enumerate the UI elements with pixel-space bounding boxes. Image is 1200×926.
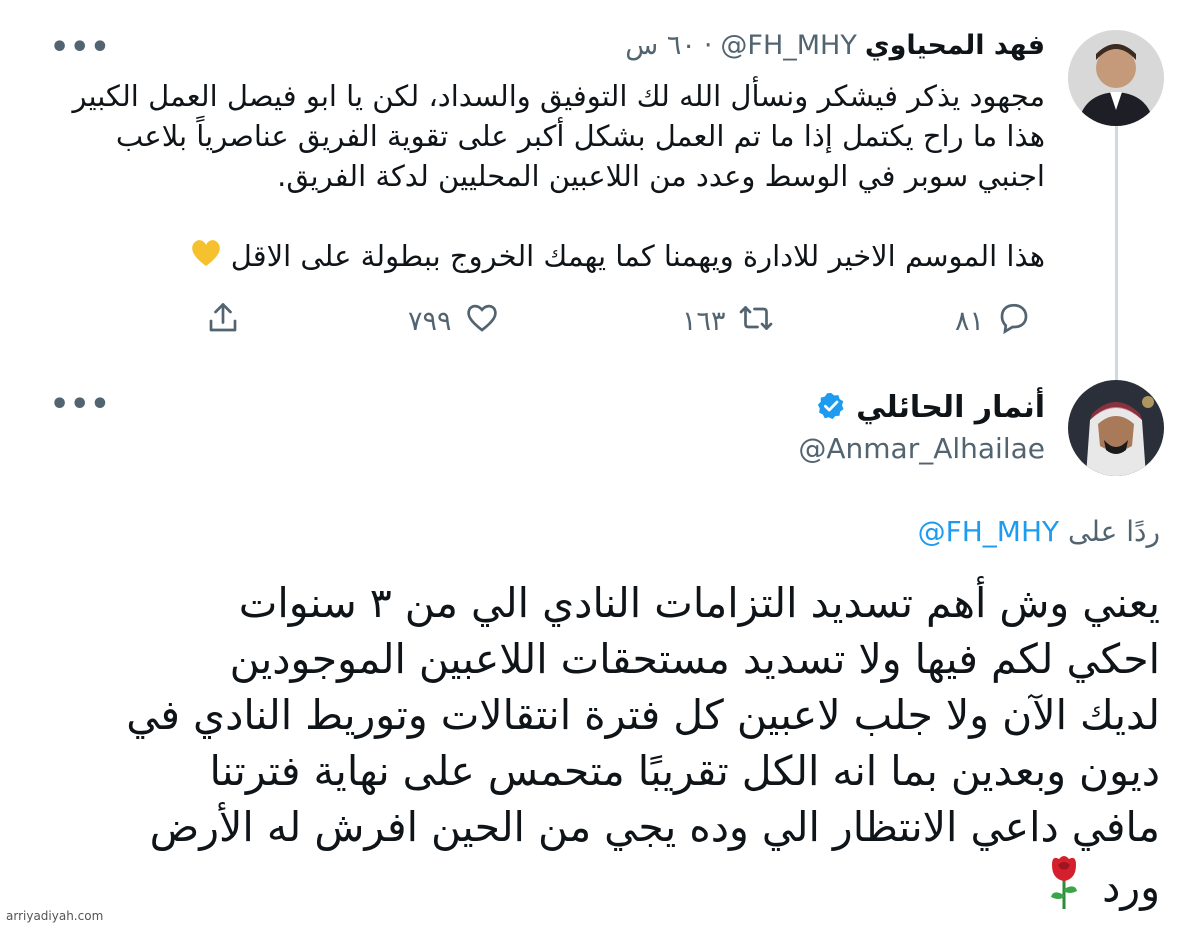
retweet-count: ١٦٣ [682, 306, 726, 337]
separator-dot: · [703, 30, 713, 61]
replying-to-handle[interactable]: @FH_MHY [918, 515, 1059, 548]
replying-to: ردًا على @FH_MHY [918, 515, 1160, 548]
author-handle[interactable]: @Anmar_Alhailae [798, 432, 1045, 465]
tweet-text-line: يعني وش أهم تسديد التزامات النادي الي من… [238, 579, 1160, 627]
like-button[interactable]: ٧٩٩ [408, 300, 500, 343]
reply-icon [996, 300, 1032, 343]
author-name[interactable]: فهد المحياوي [865, 30, 1045, 61]
share-icon [205, 300, 241, 343]
verified-badge-icon [816, 391, 846, 425]
thread-connector-line [1115, 118, 1118, 380]
avatar[interactable] [1068, 380, 1164, 476]
reply-button[interactable]: ٨١ [955, 300, 1032, 343]
tweet-text-line: ديون وبعدين بما انه الكل تقريبًا متحمس ع… [209, 747, 1160, 795]
yellow-heart-icon [190, 238, 222, 278]
retweet-button[interactable]: ١٦٣ [682, 300, 774, 343]
author-row: أنمار الحائلي [816, 390, 1045, 425]
tweet-text-segment: ورد [1102, 863, 1160, 911]
replying-to-label: ردًا على [1068, 515, 1160, 548]
retweet-icon [738, 300, 774, 343]
tweet-text-line: مجهود يذكر فيشكر ونسأل الله لك التوفيق و… [72, 79, 1045, 113]
tweet-text-line: لديك الآن ولا جلب لاعبين كل فترة انتقالا… [126, 691, 1160, 739]
heart-icon [464, 300, 500, 343]
share-button[interactable] [205, 300, 241, 343]
more-options-icon[interactable]: ••• [50, 33, 111, 63]
tweet-text-line: مافي داعي الانتظار الي وده يجي من الحين … [149, 803, 1160, 851]
tweet-text-line: هذا ما راح يكتمل إذا ما تم العمل بشكل أك… [115, 119, 1045, 153]
reply-count: ٨١ [955, 306, 985, 337]
tweet-text-segment: هذا الموسم الاخير للادارة ويهمنا كما يهم… [230, 239, 1045, 273]
author-handle[interactable]: @FH_MHY [720, 30, 856, 61]
tweet-timestamp[interactable]: ٦٠ س [625, 30, 696, 61]
source-watermark: arriyadiyah.com [6, 909, 104, 923]
tweet-text: مجهود يذكر فيشكر ونسأل الله لك التوفيق و… [65, 76, 1045, 278]
more-options-icon[interactable]: ••• [50, 390, 111, 420]
rose-icon [1047, 855, 1081, 925]
tweet-text-line: ورد [40, 855, 1160, 925]
tweet-text: يعني وش أهم تسديد التزامات النادي الي من… [40, 575, 1160, 925]
tweet-text-line: اجنبي سوبر في الوسط وعدد من اللاعبين الم… [277, 159, 1045, 193]
like-count: ٧٩٩ [408, 306, 452, 337]
avatar[interactable] [1068, 30, 1164, 126]
author-name[interactable]: أنمار الحائلي [856, 390, 1045, 425]
tweet-text-line: هذا الموسم الاخير للادارة ويهمنا كما يهم… [65, 236, 1045, 278]
tweet-text-line: احكي لكم فيها ولا تسديد مستحقات اللاعبين… [229, 635, 1160, 683]
tweet-header: فهد المحياوي @FH_MHY · ٦٠ س [625, 30, 1045, 61]
